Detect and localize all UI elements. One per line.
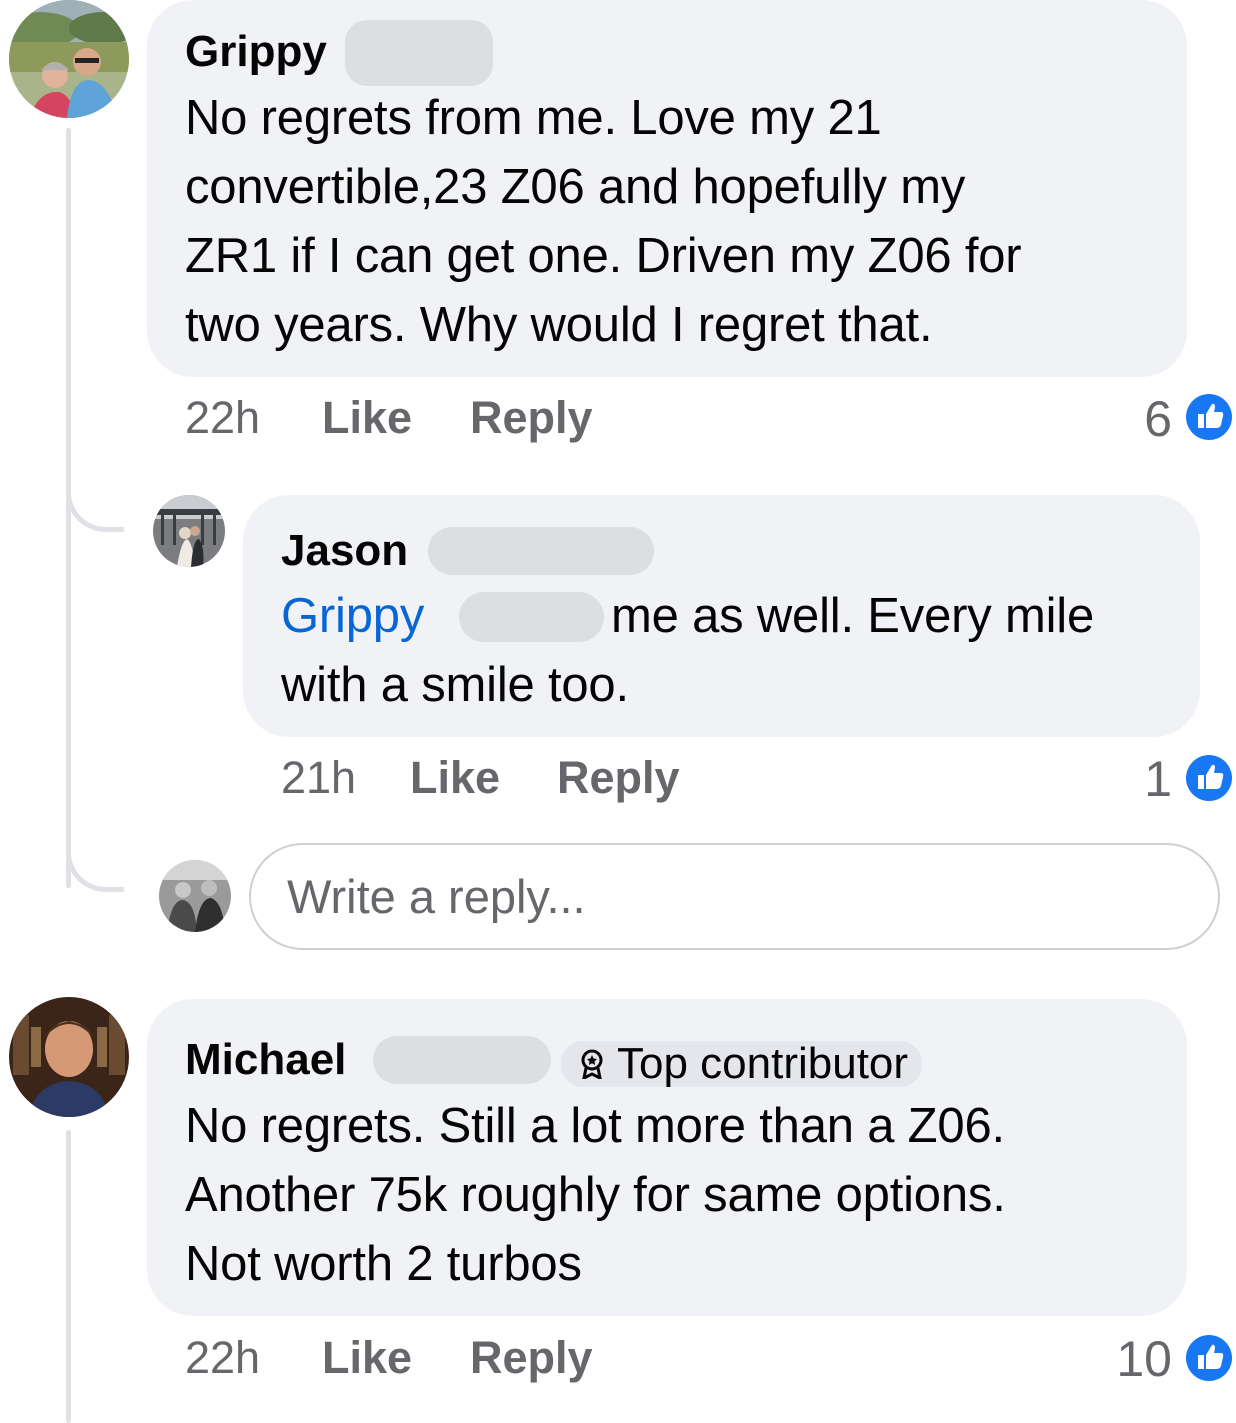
avatar[interactable] [9,0,129,118]
top-contributor-badge[interactable]: Top contributor [561,1039,923,1088]
comment-author[interactable]: Grippy [185,26,327,78]
reply-input[interactable] [249,843,1220,950]
reply-timestamp[interactable]: 21h [281,752,356,804]
comment-text-line: Another 75k roughly for same options. [185,1168,1006,1222]
thread-line-vertical-2 [66,1130,71,1423]
comment-text-line: convertible,23 Z06 and hopefully my [185,160,966,214]
reply-button[interactable]: Reply [470,392,593,444]
redacted-mention-surname [459,592,604,642]
comment-text-line: No regrets from me. Love my 21 [185,91,882,145]
comment-text-line: Not worth 2 turbos [185,1237,582,1291]
thread-connector-input [66,830,124,892]
like-button[interactable]: Like [410,752,500,804]
reply-actions: 21h Like Reply [281,752,801,808]
reply-button[interactable]: Reply [557,752,680,804]
reply-button[interactable]: Reply [470,1332,593,1384]
reply-text-continuation: me as well. Every mile [611,589,1094,643]
badge-label: Top contributor [617,1039,909,1088]
reaction-count[interactable]: 6 [1100,390,1172,448]
award-icon [581,1049,603,1079]
thumbs-up-icon[interactable] [1185,1334,1233,1382]
thumbs-up-icon[interactable] [1185,754,1233,802]
reply-author[interactable]: Jason [281,525,408,577]
thread-connector-reply [66,470,124,532]
comment-actions: 22h Like Reply [185,392,705,448]
avatar[interactable] [9,997,129,1117]
reaction-count[interactable]: 10 [1080,1330,1172,1388]
mention-link[interactable]: Grippy [281,589,424,643]
redacted-surname [428,527,654,575]
reply-text-line: with a smile too. [281,658,629,712]
redacted-surname [345,20,493,86]
current-user-avatar[interactable] [159,860,231,932]
avatar-photo-current-user [159,860,231,932]
reaction-count[interactable]: 1 [1100,750,1172,808]
avatar[interactable] [153,495,225,567]
avatar-photo-michael [9,997,129,1117]
comment-text-line: two years. Why would I regret that. [185,298,933,352]
comment-timestamp[interactable]: 22h [185,1332,260,1384]
comment-timestamp[interactable]: 22h [185,392,260,444]
like-button[interactable]: Like [322,1332,412,1384]
thumbs-up-icon[interactable] [1185,393,1233,441]
like-button[interactable]: Like [322,392,412,444]
comment-text-line: No regrets. Still a lot more than a Z06. [185,1099,1005,1153]
comment-text-line: ZR1 if I can get one. Driven my Z06 for [185,229,1022,283]
avatar-photo-jason [153,495,225,567]
comment-author[interactable]: Michael [185,1034,346,1086]
comment-actions: 22h Like Reply [185,1332,705,1388]
redacted-surname [373,1036,551,1084]
avatar-photo-grippy [9,0,129,118]
